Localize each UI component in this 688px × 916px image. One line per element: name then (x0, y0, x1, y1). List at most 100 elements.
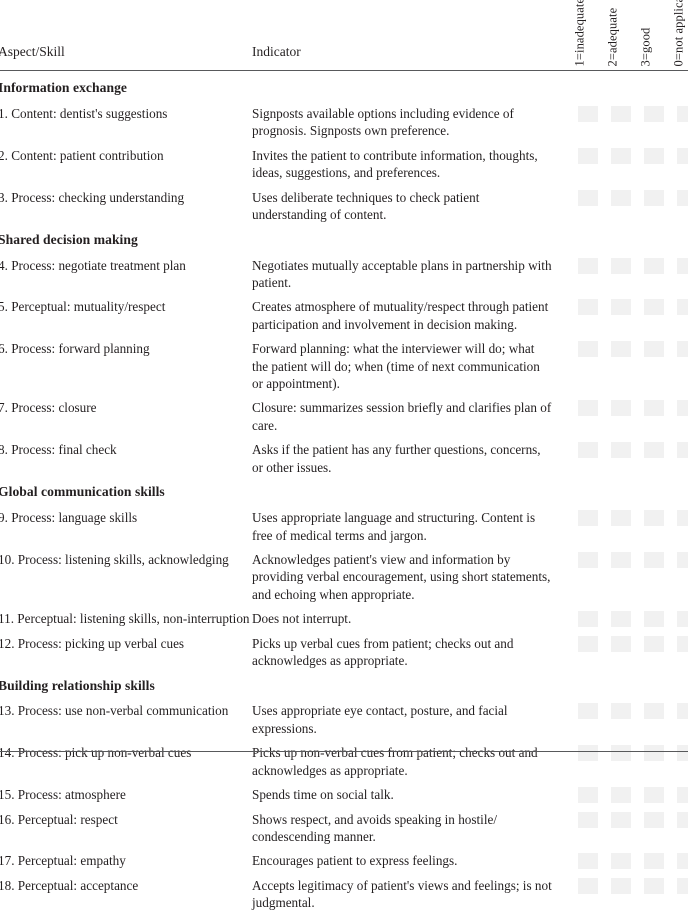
table-row: 13. Process: use non-verbal communicatio… (0, 699, 688, 741)
rating-box-3[interactable] (677, 400, 688, 417)
rating-box-2[interactable] (644, 551, 664, 568)
rating-box-2[interactable] (644, 147, 664, 164)
rating-boxes (578, 787, 688, 804)
rating-box-3[interactable] (677, 257, 688, 274)
rating-box-0[interactable] (578, 189, 598, 206)
rating-box-0[interactable] (578, 400, 598, 417)
aspect-cell: 9. Process: language skills (0, 510, 138, 526)
rating-box-3[interactable] (677, 787, 688, 804)
rating-box-1[interactable] (611, 853, 631, 870)
rating-box-3[interactable] (677, 341, 688, 358)
rating-box-2[interactable] (644, 853, 664, 870)
rating-box-3[interactable] (677, 853, 688, 870)
indicator-cell: Negotiates mutually acceptable plans in … (252, 257, 552, 290)
rating-box-1[interactable] (611, 257, 631, 274)
table-row: 12. Process: picking up verbal cues Picks… (0, 632, 688, 674)
rating-box-0[interactable] (578, 853, 598, 870)
rating-box-0[interactable] (578, 635, 598, 652)
indicator-cell: Closure: summarizes session briefly and … (252, 400, 552, 433)
rating-box-1[interactable] (611, 299, 631, 316)
rating-box-2[interactable] (644, 257, 664, 274)
rating-box-3[interactable] (677, 510, 688, 527)
rating-box-3[interactable] (677, 105, 688, 122)
aspect-cell: 18. Perceptual: acceptance (0, 877, 139, 893)
rating-box-1[interactable] (611, 442, 631, 459)
section-header-row: Shared decision making (0, 228, 688, 254)
section-title: Shared decision making (0, 231, 138, 247)
rating-box-0[interactable] (578, 611, 598, 628)
rating-box-2[interactable] (644, 745, 664, 762)
section-header-row: Building relationship skills (0, 674, 688, 700)
rating-box-3[interactable] (677, 611, 688, 628)
rating-box-1[interactable] (611, 189, 631, 206)
rating-box-3[interactable] (677, 703, 688, 720)
indicator-cell: Signposts available options including ev… (252, 105, 514, 139)
rating-box-0[interactable] (578, 551, 598, 568)
rating-box-1[interactable] (611, 510, 631, 527)
rating-box-1[interactable] (611, 341, 631, 358)
rating-box-2[interactable] (644, 787, 664, 804)
rating-box-1[interactable] (611, 105, 631, 122)
rating-box-0[interactable] (578, 147, 598, 164)
rating-box-0[interactable] (578, 745, 598, 762)
rating-box-2[interactable] (644, 341, 664, 358)
rating-boxes (578, 341, 688, 358)
rating-box-0[interactable] (578, 787, 598, 804)
indicator-cell: Uses appropriate eye contact, posture, a… (252, 703, 508, 736)
rating-box-2[interactable] (644, 703, 664, 720)
rating-box-2[interactable] (644, 611, 664, 628)
rating-box-3[interactable] (677, 811, 688, 828)
rating-box-3[interactable] (677, 635, 688, 652)
rating-box-3[interactable] (677, 551, 688, 568)
rating-box-2[interactable] (644, 105, 664, 122)
aspect-cell: 17. Perceptual: empathy (0, 853, 126, 869)
rating-box-1[interactable] (611, 811, 631, 828)
rating-box-2[interactable] (644, 635, 664, 652)
section-title: Building relationship skills (0, 677, 155, 693)
rating-box-1[interactable] (611, 787, 631, 804)
rating-box-1[interactable] (611, 745, 631, 762)
rating-box-1[interactable] (611, 551, 631, 568)
rating-box-2[interactable] (644, 400, 664, 417)
aspect-cell: 16. Perceptual: respect (0, 811, 118, 827)
rating-box-3[interactable] (677, 147, 688, 164)
table-row: 1. Content: dentist's suggestions Signpos… (0, 102, 688, 144)
rating-boxes (578, 551, 688, 568)
rating-box-1[interactable] (611, 703, 631, 720)
rating-box-0[interactable] (578, 703, 598, 720)
rating-boxes (578, 189, 688, 206)
rating-box-0[interactable] (578, 811, 598, 828)
rating-box-2[interactable] (644, 442, 664, 459)
rating-box-1[interactable] (611, 147, 631, 164)
rating-sheet: 1=inadequate 2=adequate 3=good 0=not app… (0, 0, 688, 910)
rating-box-0[interactable] (578, 442, 598, 459)
rating-box-3[interactable] (677, 442, 688, 459)
rating-box-2[interactable] (644, 510, 664, 527)
rating-box-2[interactable] (644, 189, 664, 206)
rating-box-0[interactable] (578, 877, 598, 894)
indicator-cell: Uses appropriate language and structurin… (252, 510, 536, 543)
rating-box-1[interactable] (611, 611, 631, 628)
rating-box-2[interactable] (644, 299, 664, 316)
indicator-cell: Acknowledges patient's view and informat… (252, 551, 551, 602)
rating-boxes (578, 745, 688, 762)
rating-box-0[interactable] (578, 105, 598, 122)
rating-boxes (578, 105, 688, 122)
indicator-cell: Asks if the patient has any further ques… (252, 442, 541, 475)
rating-box-1[interactable] (611, 635, 631, 652)
rating-box-3[interactable] (677, 745, 688, 762)
rating-box-3[interactable] (677, 877, 688, 894)
rating-box-0[interactable] (578, 257, 598, 274)
rating-box-2[interactable] (644, 811, 664, 828)
column-header-aspect: Aspect/Skill (0, 44, 65, 59)
rating-box-0[interactable] (578, 299, 598, 316)
rating-box-1[interactable] (611, 877, 631, 894)
rating-box-2[interactable] (644, 877, 664, 894)
rating-boxes (578, 299, 688, 316)
rating-box-3[interactable] (677, 299, 688, 316)
rating-box-0[interactable] (578, 341, 598, 358)
rating-boxes (578, 400, 688, 417)
rating-box-3[interactable] (677, 189, 688, 206)
rating-box-1[interactable] (611, 400, 631, 417)
rating-box-0[interactable] (578, 510, 598, 527)
